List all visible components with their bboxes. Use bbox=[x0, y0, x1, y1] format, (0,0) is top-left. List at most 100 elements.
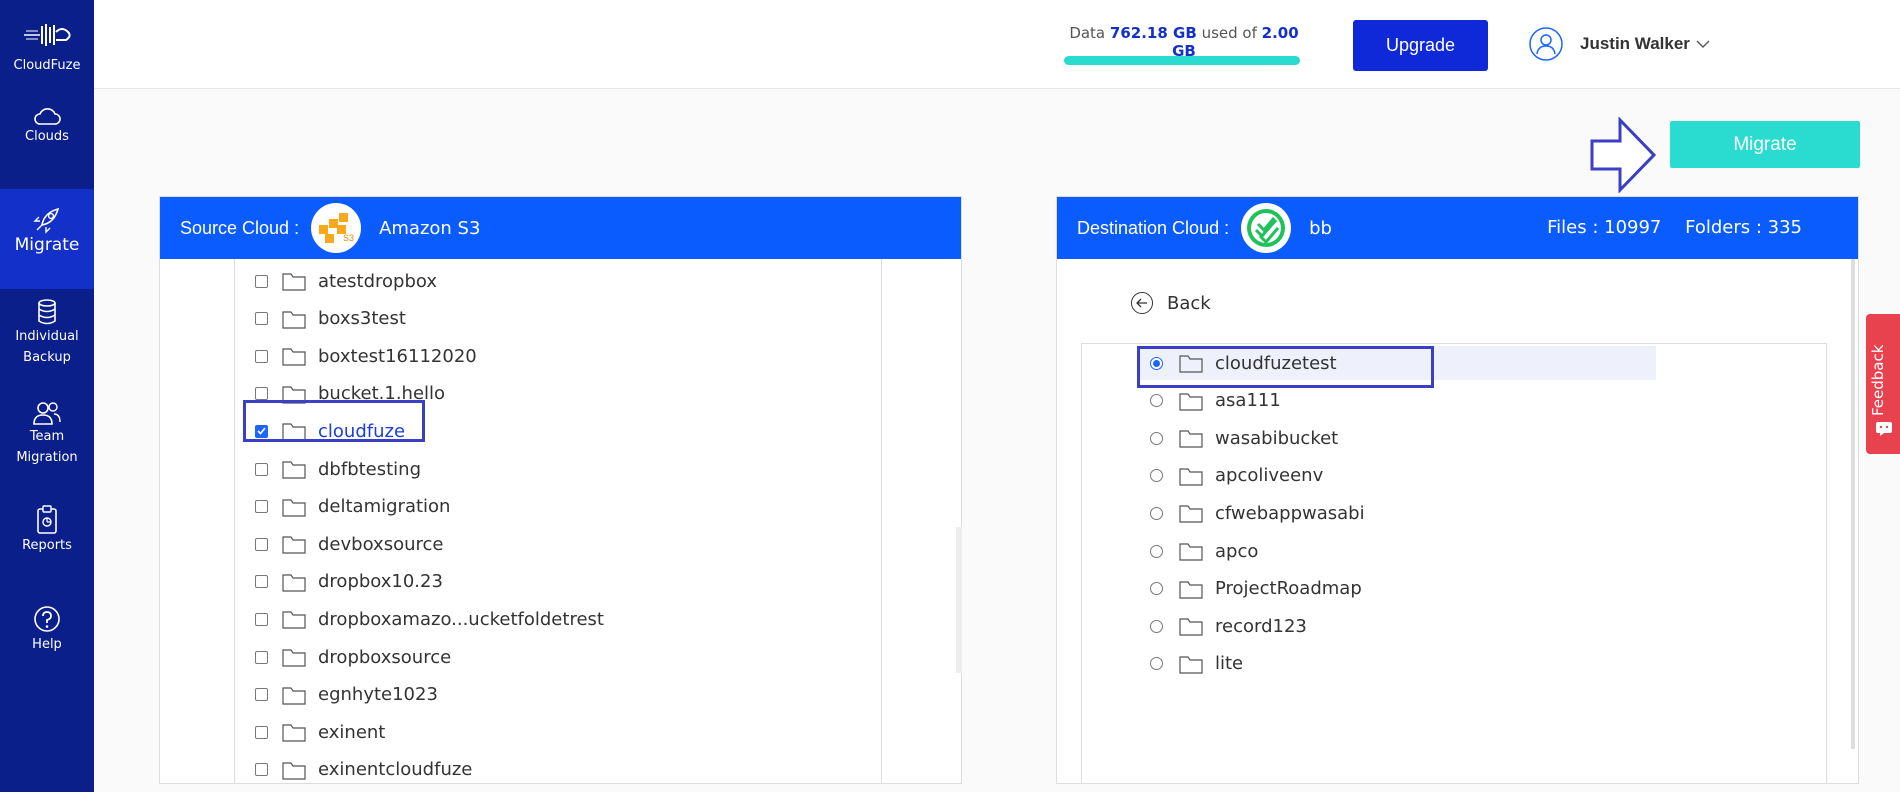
source-scrollbar[interactable] bbox=[956, 527, 962, 673]
source-folder-row[interactable]: dropbox10.23 bbox=[255, 568, 443, 596]
chat-icon bbox=[1876, 422, 1892, 436]
destination-folder-row[interactable]: asa111 bbox=[1150, 387, 1281, 415]
folder-name: egnhyte1023 bbox=[318, 684, 438, 706]
folder-icon bbox=[282, 649, 306, 667]
nav-help[interactable]: Help bbox=[0, 604, 94, 664]
source-folder-row[interactable]: devboxsource bbox=[255, 530, 443, 558]
folder-radio[interactable] bbox=[1150, 544, 1163, 558]
folder-name: ProjectRoadmap bbox=[1215, 578, 1362, 600]
destination-folder-row[interactable]: wasabibucket bbox=[1150, 424, 1338, 452]
source-folder-row[interactable]: atestdropbox bbox=[255, 267, 437, 295]
nav-team-migration[interactable]: Team Migration bbox=[0, 400, 94, 476]
source-folder-row[interactable]: egnhyte1023 bbox=[255, 681, 438, 709]
nav-reports[interactable]: Reports bbox=[0, 505, 94, 561]
folder-checkbox[interactable] bbox=[255, 500, 268, 514]
folder-checkbox[interactable] bbox=[255, 763, 268, 777]
source-folder-row[interactable]: dropboxsource bbox=[255, 643, 451, 671]
folder-radio[interactable] bbox=[1150, 394, 1163, 408]
database-icon bbox=[38, 299, 56, 325]
destination-folder-list[interactable]: cloudfuzetest asa111 wasabibucket apcolivee… bbox=[1081, 343, 1827, 783]
source-cloud-panel: Source Cloud : S3 Amazon S3 atestdropbox… bbox=[159, 196, 962, 784]
folder-icon bbox=[282, 498, 306, 517]
folder-checkbox[interactable] bbox=[255, 612, 268, 626]
folder-radio[interactable] bbox=[1150, 506, 1163, 520]
source-folder-list[interactable]: atestdropbox boxs3test boxtest16112020 buck… bbox=[234, 259, 882, 783]
help-icon bbox=[34, 606, 60, 632]
folder-icon bbox=[1179, 580, 1203, 599]
folder-checkbox[interactable] bbox=[255, 462, 268, 476]
folder-name: wasabibucket bbox=[1215, 427, 1339, 449]
folder-checkbox[interactable] bbox=[255, 688, 268, 702]
source-folder-row[interactable]: boxtest16112020 bbox=[255, 342, 477, 370]
brand-logo[interactable]: CloudFuze bbox=[0, 0, 94, 90]
nav-individual-backup[interactable]: Individual Backup bbox=[0, 298, 94, 374]
folder-checkbox[interactable] bbox=[255, 575, 268, 589]
user-name: Justin Walker bbox=[1580, 34, 1690, 53]
source-panel-header: Source Cloud : S3 Amazon S3 bbox=[160, 197, 961, 259]
destination-selection-highlight bbox=[1137, 346, 1434, 388]
folder-icon bbox=[282, 724, 306, 742]
feedback-label: Feedback bbox=[1869, 344, 1887, 416]
source-folder-row[interactable]: dbfbtesting bbox=[255, 455, 421, 483]
cloud-icon bbox=[34, 108, 61, 125]
folder-checkbox[interactable] bbox=[255, 312, 268, 326]
destination-folder-row[interactable]: record123 bbox=[1150, 612, 1307, 640]
upgrade-button[interactable]: Upgrade bbox=[1353, 20, 1488, 71]
source-folder-row[interactable]: boxs3test bbox=[255, 305, 406, 333]
folder-name: lite bbox=[1215, 653, 1244, 675]
source-folder-row[interactable]: dropboxamazo...ucketfoldetrest bbox=[255, 605, 604, 633]
folder-radio[interactable] bbox=[1150, 469, 1163, 483]
folder-checkbox[interactable] bbox=[255, 349, 268, 363]
source-folder-row[interactable]: deltamigration bbox=[255, 493, 450, 521]
source-title: Source Cloud : bbox=[180, 217, 300, 238]
destination-cloud-panel: Destination Cloud : bb Files : 10997 Fol… bbox=[1056, 196, 1859, 784]
folder-checkbox[interactable] bbox=[255, 650, 268, 664]
folder-icon bbox=[1179, 543, 1203, 561]
migrate-button[interactable]: Migrate bbox=[1670, 121, 1860, 168]
destination-panel-header: Destination Cloud : bb Files : 10997 Fol… bbox=[1057, 197, 1858, 259]
destination-folder-row[interactable]: lite bbox=[1150, 650, 1243, 678]
destination-cloud-name: bb bbox=[1309, 217, 1332, 239]
feedback-tab[interactable]: Feedback bbox=[1866, 314, 1900, 454]
folder-checkbox[interactable] bbox=[255, 387, 268, 401]
backblaze-logo bbox=[1241, 203, 1292, 253]
destination-folder-row[interactable]: ProjectRoadmap bbox=[1150, 575, 1362, 603]
svg-text:S3: S3 bbox=[343, 233, 354, 243]
folder-checkbox[interactable] bbox=[255, 274, 268, 288]
nav-help-label: Help bbox=[32, 637, 62, 652]
folder-icon bbox=[282, 310, 306, 329]
usage-prefix: Data bbox=[1069, 24, 1106, 42]
folder-radio[interactable] bbox=[1150, 619, 1163, 633]
destination-folder-row[interactable]: apco bbox=[1150, 537, 1258, 565]
folder-icon bbox=[1179, 656, 1203, 674]
chevron-down-icon bbox=[1696, 40, 1710, 48]
usage-mid: used of bbox=[1201, 24, 1257, 42]
nav-clouds[interactable]: Clouds bbox=[0, 106, 94, 162]
source-folder-row[interactable]: exinent bbox=[255, 718, 385, 746]
destination-scrollbar[interactable] bbox=[1851, 259, 1855, 749]
brand-name: CloudFuze bbox=[13, 58, 81, 73]
destination-folder-row[interactable]: cfwebappwasabi bbox=[1150, 499, 1365, 527]
rocket-icon bbox=[33, 207, 60, 234]
user-avatar-icon bbox=[1529, 27, 1563, 61]
folder-radio[interactable] bbox=[1150, 431, 1163, 445]
clipboard-icon bbox=[37, 505, 57, 534]
folder-icon bbox=[1179, 392, 1203, 411]
folder-checkbox[interactable] bbox=[255, 537, 268, 551]
folder-radio[interactable] bbox=[1150, 582, 1163, 596]
source-folder-row[interactable]: exinentcloudfuze bbox=[255, 756, 472, 783]
folder-icon bbox=[1179, 505, 1203, 523]
folder-name: deltamigration bbox=[318, 496, 451, 518]
folder-icon bbox=[282, 348, 306, 366]
nav-team-label-2: Migration bbox=[16, 450, 78, 465]
destination-folder-row[interactable]: apcoliveenv bbox=[1150, 462, 1323, 490]
back-label: Back bbox=[1167, 292, 1211, 314]
back-button[interactable]: Back bbox=[1131, 292, 1211, 314]
folder-name: exinentcloudfuze bbox=[318, 759, 473, 781]
nav-migrate[interactable]: Migrate bbox=[0, 189, 94, 289]
folder-checkbox[interactable] bbox=[255, 725, 268, 739]
folder-radio[interactable] bbox=[1150, 657, 1163, 671]
user-menu[interactable]: Justin Walker bbox=[1528, 24, 1710, 64]
folder-name: atestdropbox bbox=[318, 270, 438, 292]
folder-icon bbox=[1179, 430, 1203, 448]
